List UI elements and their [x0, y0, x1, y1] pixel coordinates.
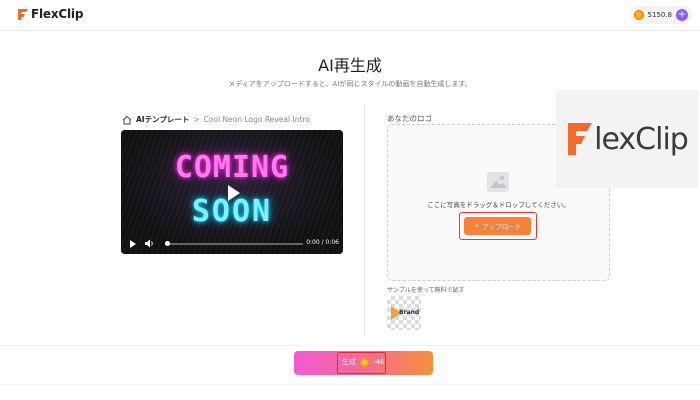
sample-label: サンプルを使って無料で試す [387, 287, 465, 294]
logo-preview-overlay: lexClip [556, 90, 698, 188]
generate-cost: -46 [373, 358, 385, 366]
neon-text-top: COMING [174, 150, 290, 185]
progress-handle[interactable] [165, 241, 170, 246]
dropzone-hint: ここに写真をドラッグ＆ドロップしてください。 [427, 201, 570, 209]
play-icon[interactable] [130, 240, 136, 248]
sample-logo-text: Brand [399, 309, 420, 316]
upload-highlight-box [459, 212, 537, 240]
coin-icon [360, 357, 369, 367]
credits-badge[interactable]: 5150.8 + [629, 6, 692, 24]
sample-logo-thumbnail[interactable]: Brand [387, 296, 421, 330]
flexclip-logo-icon [18, 9, 28, 20]
home-icon[interactable] [122, 115, 132, 125]
column-divider [364, 104, 365, 336]
breadcrumb: AIテンプレート > Cool Neon Logo Reveal Intro [122, 114, 310, 125]
video-controls: 0:00 / 0:06 [121, 236, 343, 252]
volume-icon[interactable] [145, 239, 155, 248]
app-name: FlexClip [31, 7, 84, 21]
coin-icon [633, 10, 644, 20]
image-placeholder-icon [487, 172, 509, 192]
logo-preview-text: lexClip [594, 121, 689, 157]
flexclip-f-icon [568, 123, 593, 155]
app-logo[interactable]: FlexClip [16, 7, 83, 21]
breadcrumb-root[interactable]: AIテンプレート [136, 114, 189, 125]
generate-button-content: 生成 -46 [342, 357, 384, 367]
page-subtitle: メディアをアップロードすると、AIが同じスタイルの動画を自動生成します。 [228, 80, 472, 88]
page-title: AI再生成 [318, 56, 382, 75]
top-bar: FlexClip 5150.8 + [0, 0, 700, 31]
play-overlay-icon[interactable] [228, 185, 240, 201]
logo-section-label: あなたのロゴ [387, 114, 432, 123]
add-credits-button[interactable]: + [676, 9, 688, 21]
progress-track[interactable] [165, 243, 303, 245]
video-time: 0:00 / 0:06 [306, 239, 339, 246]
generate-label: 生成 [342, 358, 356, 366]
credits-value: 5150.8 [647, 11, 673, 19]
breadcrumb-separator: > [193, 115, 200, 124]
breadcrumb-current: Cool Neon Logo Reveal Intro [203, 115, 310, 124]
